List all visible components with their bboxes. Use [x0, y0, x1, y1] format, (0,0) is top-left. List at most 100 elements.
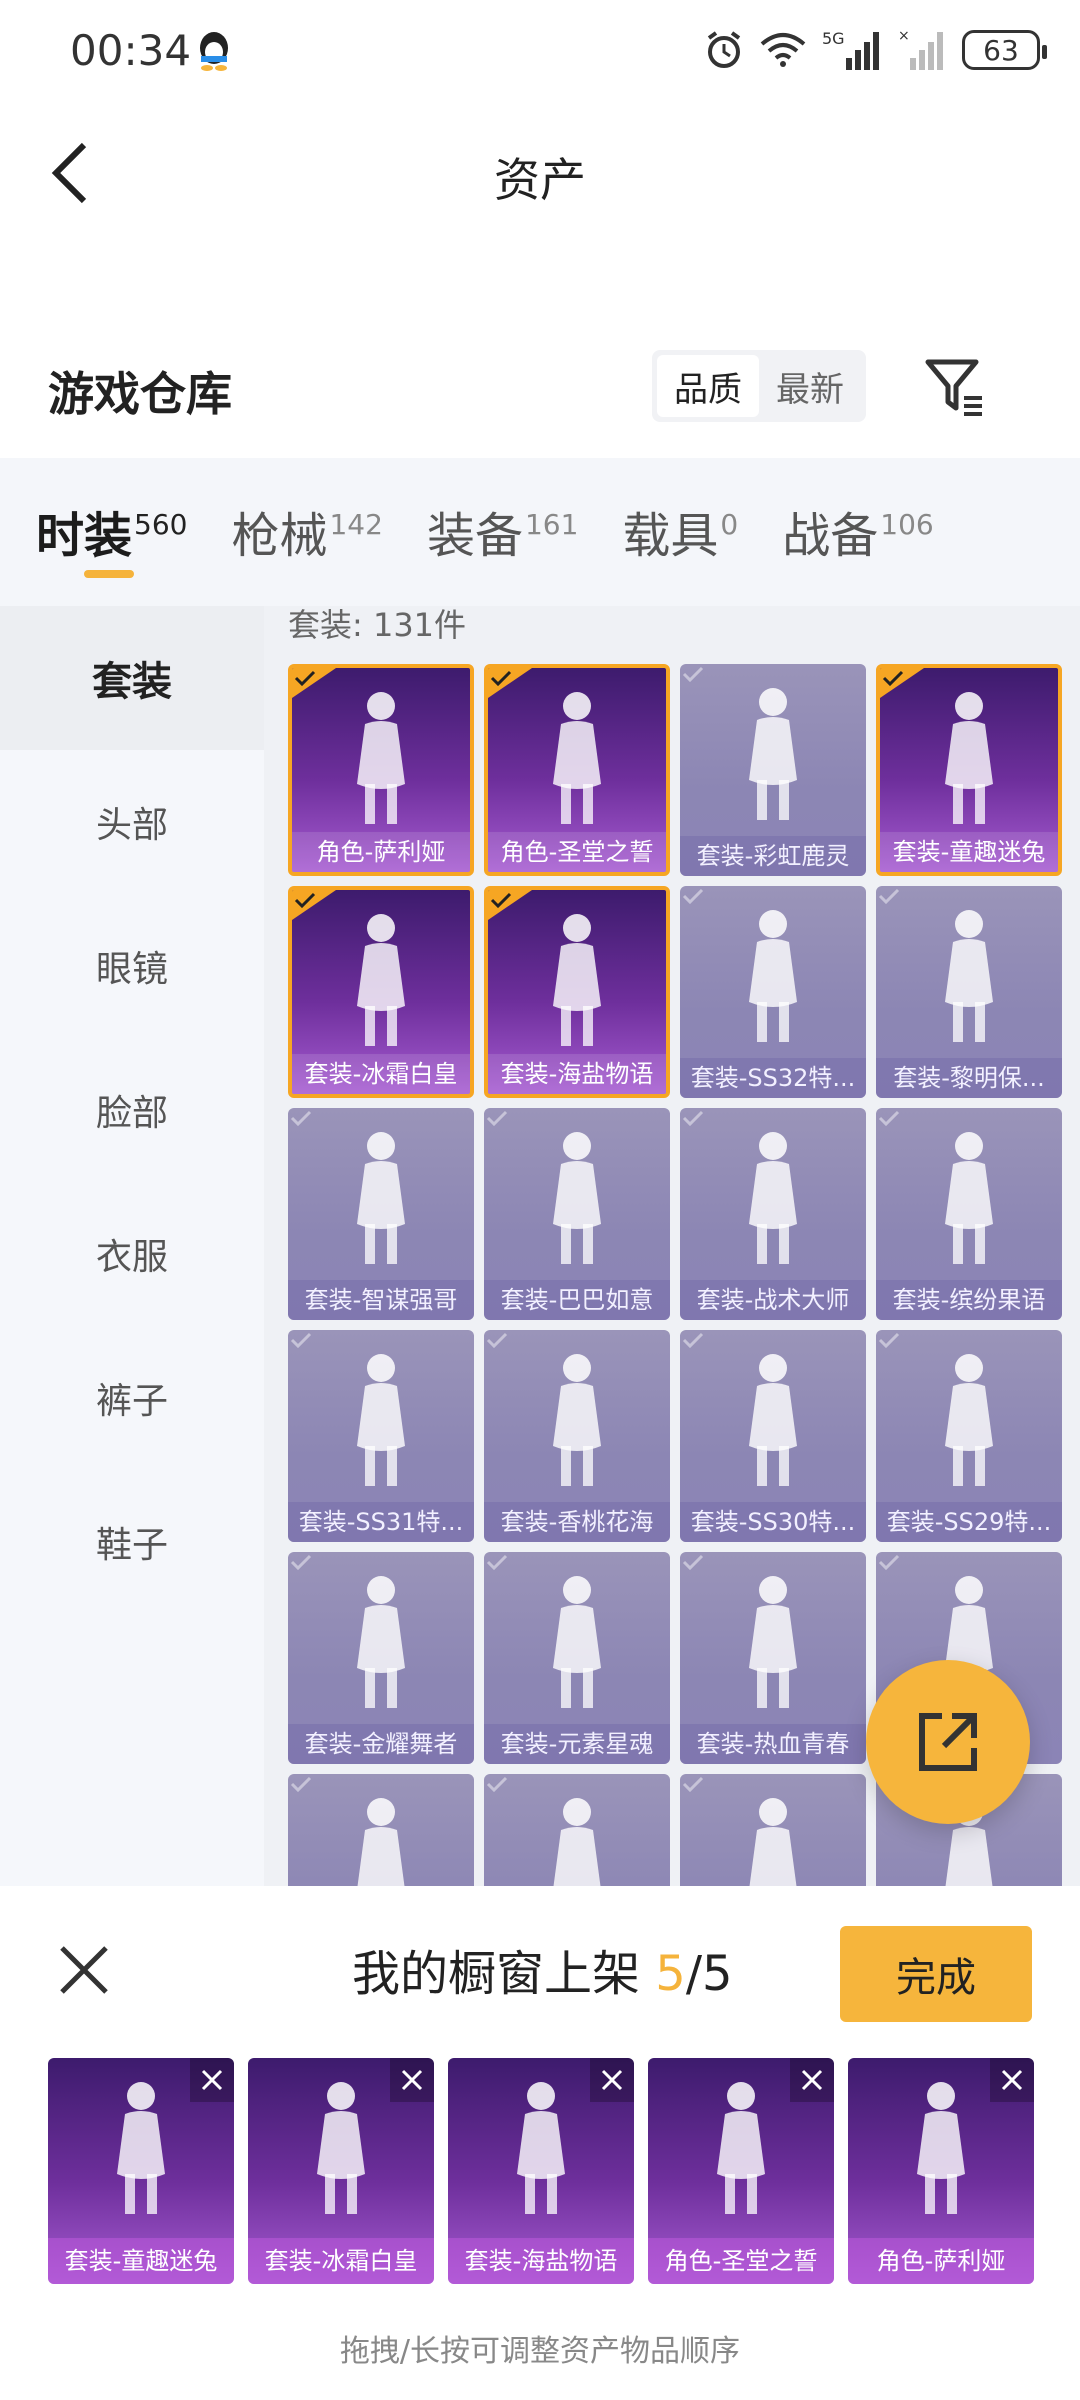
remove-from-showcase-button[interactable]: [590, 2058, 634, 2102]
check-icon: [292, 668, 336, 698]
remove-from-showcase-button[interactable]: [390, 2058, 434, 2102]
tab-count: 161: [524, 508, 579, 541]
asset-card[interactable]: [288, 1774, 474, 1886]
remove-from-showcase-button[interactable]: [190, 2058, 234, 2102]
outfit-figure-image: [517, 906, 637, 1056]
asset-card[interactable]: 套装-黎明保...: [876, 886, 1062, 1098]
outfit-figure-image: [909, 684, 1029, 834]
showcase-card-name: 角色-圣堂之誓: [648, 2238, 834, 2284]
showcase-card[interactable]: 套装-童趣迷兔: [48, 2058, 234, 2284]
warehouse-title: 游戏仓库: [48, 367, 232, 421]
tab-combat-gear[interactable]: 战备106: [782, 458, 933, 566]
asset-card[interactable]: 套装-SS29特...: [876, 1330, 1062, 1542]
sidebar-item-pants[interactable]: 裤子: [0, 1326, 264, 1470]
outfit-figure-image: [281, 2074, 401, 2234]
close-button[interactable]: [56, 1942, 112, 1998]
asset-card[interactable]: 套装-SS30特...: [680, 1330, 866, 1542]
asset-card[interactable]: [680, 1774, 866, 1886]
tab-label: 装备: [426, 508, 523, 564]
showcase-card[interactable]: 角色-圣堂之誓: [648, 2058, 834, 2284]
alarm-icon: [707, 31, 741, 68]
category-tabs: 时装560 枪械142 装备161 载具0 战备106: [0, 458, 1080, 606]
outfit-figure-image: [321, 684, 441, 834]
share-button[interactable]: [866, 1660, 1030, 1824]
asset-card[interactable]: 角色-萨利娅: [288, 664, 474, 876]
asset-card-name: 套装-童趣迷兔: [880, 832, 1058, 872]
tab-firearms[interactable]: 枪械142: [231, 458, 382, 566]
asset-card-name: 套装-SS32特...: [680, 1058, 866, 1098]
status-time: 00:34: [70, 26, 192, 75]
asset-card[interactable]: 套装-巴巴如意: [484, 1108, 670, 1320]
check-icon: [876, 1552, 920, 1582]
asset-card[interactable]: 套装-彩虹鹿灵: [680, 664, 866, 876]
tab-vehicles[interactable]: 载具0: [622, 458, 738, 566]
showcase-card[interactable]: 套装-冰霜白皇: [248, 2058, 434, 2284]
asset-card-name: 角色-圣堂之誓: [488, 832, 666, 872]
asset-card-name: 套装-SS29特...: [876, 1502, 1062, 1542]
asset-card-name: 角色-萨利娅: [292, 832, 470, 872]
sidebar-item-glasses[interactable]: 眼镜: [0, 894, 264, 1038]
sidebar-item-outfit[interactable]: 套装: [0, 606, 264, 750]
asset-card[interactable]: 套装-金耀舞者: [288, 1552, 474, 1764]
remove-from-showcase-button[interactable]: [790, 2058, 834, 2102]
outfit-figure-image: [713, 902, 833, 1052]
filter-icon: [925, 359, 982, 416]
outfit-figure-image: [909, 902, 1029, 1052]
tab-fashion[interactable]: 时装560: [36, 458, 187, 578]
asset-card[interactable]: 套装-热血青春: [680, 1552, 866, 1764]
sidebar-item-clothes[interactable]: 衣服: [0, 1182, 264, 1326]
status-icons: 5G × 63: [704, 24, 1047, 76]
tab-label: 战备: [782, 508, 879, 564]
page-title: 资产: [494, 153, 586, 207]
sort-latest-option[interactable]: 最新: [759, 355, 861, 417]
tab-count: 106: [880, 508, 934, 541]
share-icon: [919, 1713, 977, 1771]
asset-card-name: 套装-巴巴如意: [484, 1280, 670, 1320]
tab-count: 142: [329, 508, 383, 541]
sidebar-item-head[interactable]: 头部: [0, 750, 264, 894]
outfit-figure-image: [321, 1790, 441, 1886]
sort-quality-option[interactable]: 品质: [657, 355, 759, 417]
check-icon: [288, 1552, 332, 1582]
asset-card[interactable]: 套装-冰霜白皇: [288, 886, 474, 1098]
battery-level: 63: [983, 33, 1019, 67]
asset-card[interactable]: 套装-海盐物语: [484, 886, 670, 1098]
showcase-card[interactable]: 套装-海盐物语: [448, 2058, 634, 2284]
warehouse-header: 游戏仓库 品质 最新: [0, 330, 1080, 450]
remove-from-showcase-button[interactable]: [990, 2058, 1034, 2102]
outfit-figure-image: [713, 1568, 833, 1718]
done-button[interactable]: 完成: [840, 1926, 1032, 2022]
asset-card[interactable]: 套装-SS32特...: [680, 886, 866, 1098]
asset-card[interactable]: 套装-香桃花海: [484, 1330, 670, 1542]
asset-card[interactable]: 套装-缤纷果语: [876, 1108, 1062, 1320]
asset-card[interactable]: 套装-元素星魂: [484, 1552, 670, 1764]
outfit-figure-image: [321, 1346, 441, 1496]
outfit-figure-image: [517, 1568, 637, 1718]
asset-card[interactable]: 套装-童趣迷兔: [876, 664, 1062, 876]
check-icon: [876, 1108, 920, 1138]
showcase-total-count: 5: [702, 1946, 733, 2002]
outfit-figure-image: [909, 1346, 1029, 1496]
sidebar-item-shoes[interactable]: 鞋子: [0, 1470, 264, 1614]
asset-card[interactable]: 套装-战术大师: [680, 1108, 866, 1320]
close-icon: [401, 2069, 423, 2091]
check-icon: [680, 1330, 724, 1360]
tab-equipment[interactable]: 装备161: [427, 458, 578, 566]
asset-card[interactable]: 套装-智谋强哥: [288, 1108, 474, 1320]
outfit-figure-image: [517, 1124, 637, 1274]
showcase-card[interactable]: 角色-萨利娅: [848, 2058, 1034, 2284]
check-icon: [876, 886, 920, 916]
sidebar-item-face[interactable]: 脸部: [0, 1038, 264, 1182]
asset-card[interactable]: [484, 1774, 670, 1886]
filter-button[interactable]: [920, 352, 990, 422]
asset-card[interactable]: 套装-SS31特...: [288, 1330, 474, 1542]
check-icon: [484, 1552, 528, 1582]
asset-card-name: 套装-彩虹鹿灵: [680, 836, 866, 876]
outfit-figure-image: [517, 684, 637, 834]
outfit-figure-image: [321, 906, 441, 1056]
close-icon: [601, 2069, 623, 2091]
asset-card-name: 套装-SS31特...: [288, 1502, 474, 1542]
close-icon: [1001, 2069, 1023, 2091]
status-bar: 00:34 5G × 63: [0, 0, 1080, 100]
asset-card[interactable]: 角色-圣堂之誓: [484, 664, 670, 876]
